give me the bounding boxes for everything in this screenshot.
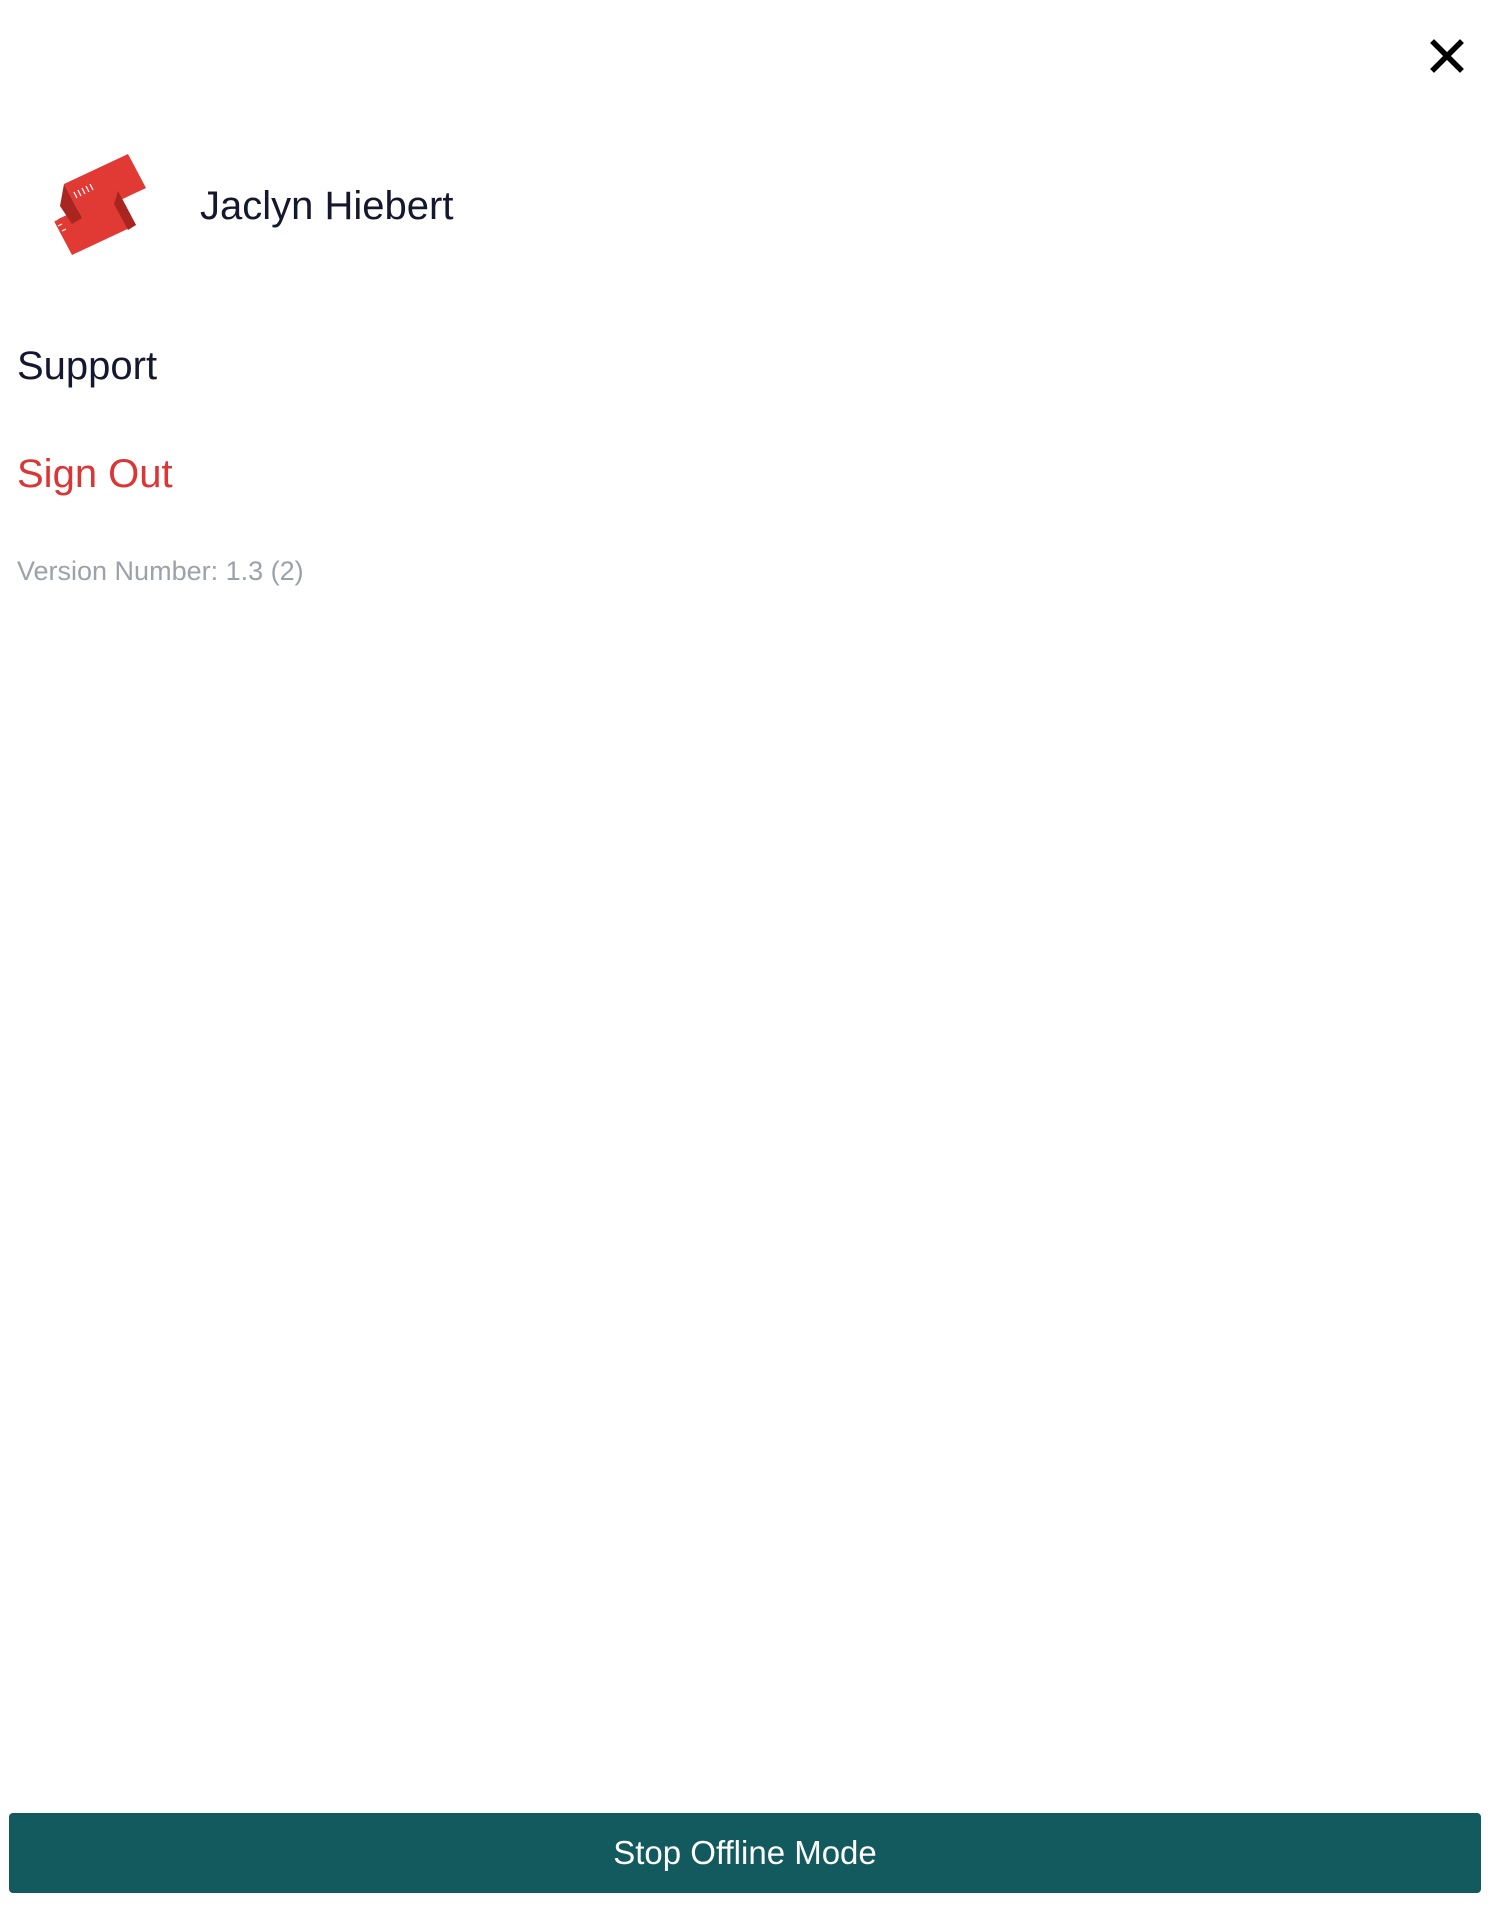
- close-button[interactable]: [1425, 34, 1469, 78]
- stop-offline-mode-label: Stop Offline Mode: [613, 1834, 877, 1871]
- ticket-logo-icon: [44, 146, 148, 266]
- version-number: Version Number: 1.3 (2): [17, 556, 304, 586]
- profile-section: [44, 146, 148, 266]
- menu-screen: Jaclyn Hiebert Support Sign Out Version …: [0, 0, 1488, 1912]
- stop-offline-mode-button[interactable]: Stop Offline Mode: [9, 1813, 1481, 1893]
- sign-out-link[interactable]: Sign Out: [17, 446, 173, 502]
- support-link[interactable]: Support: [17, 338, 157, 394]
- user-name: Jaclyn Hiebert: [200, 184, 454, 228]
- close-icon: [1425, 34, 1469, 78]
